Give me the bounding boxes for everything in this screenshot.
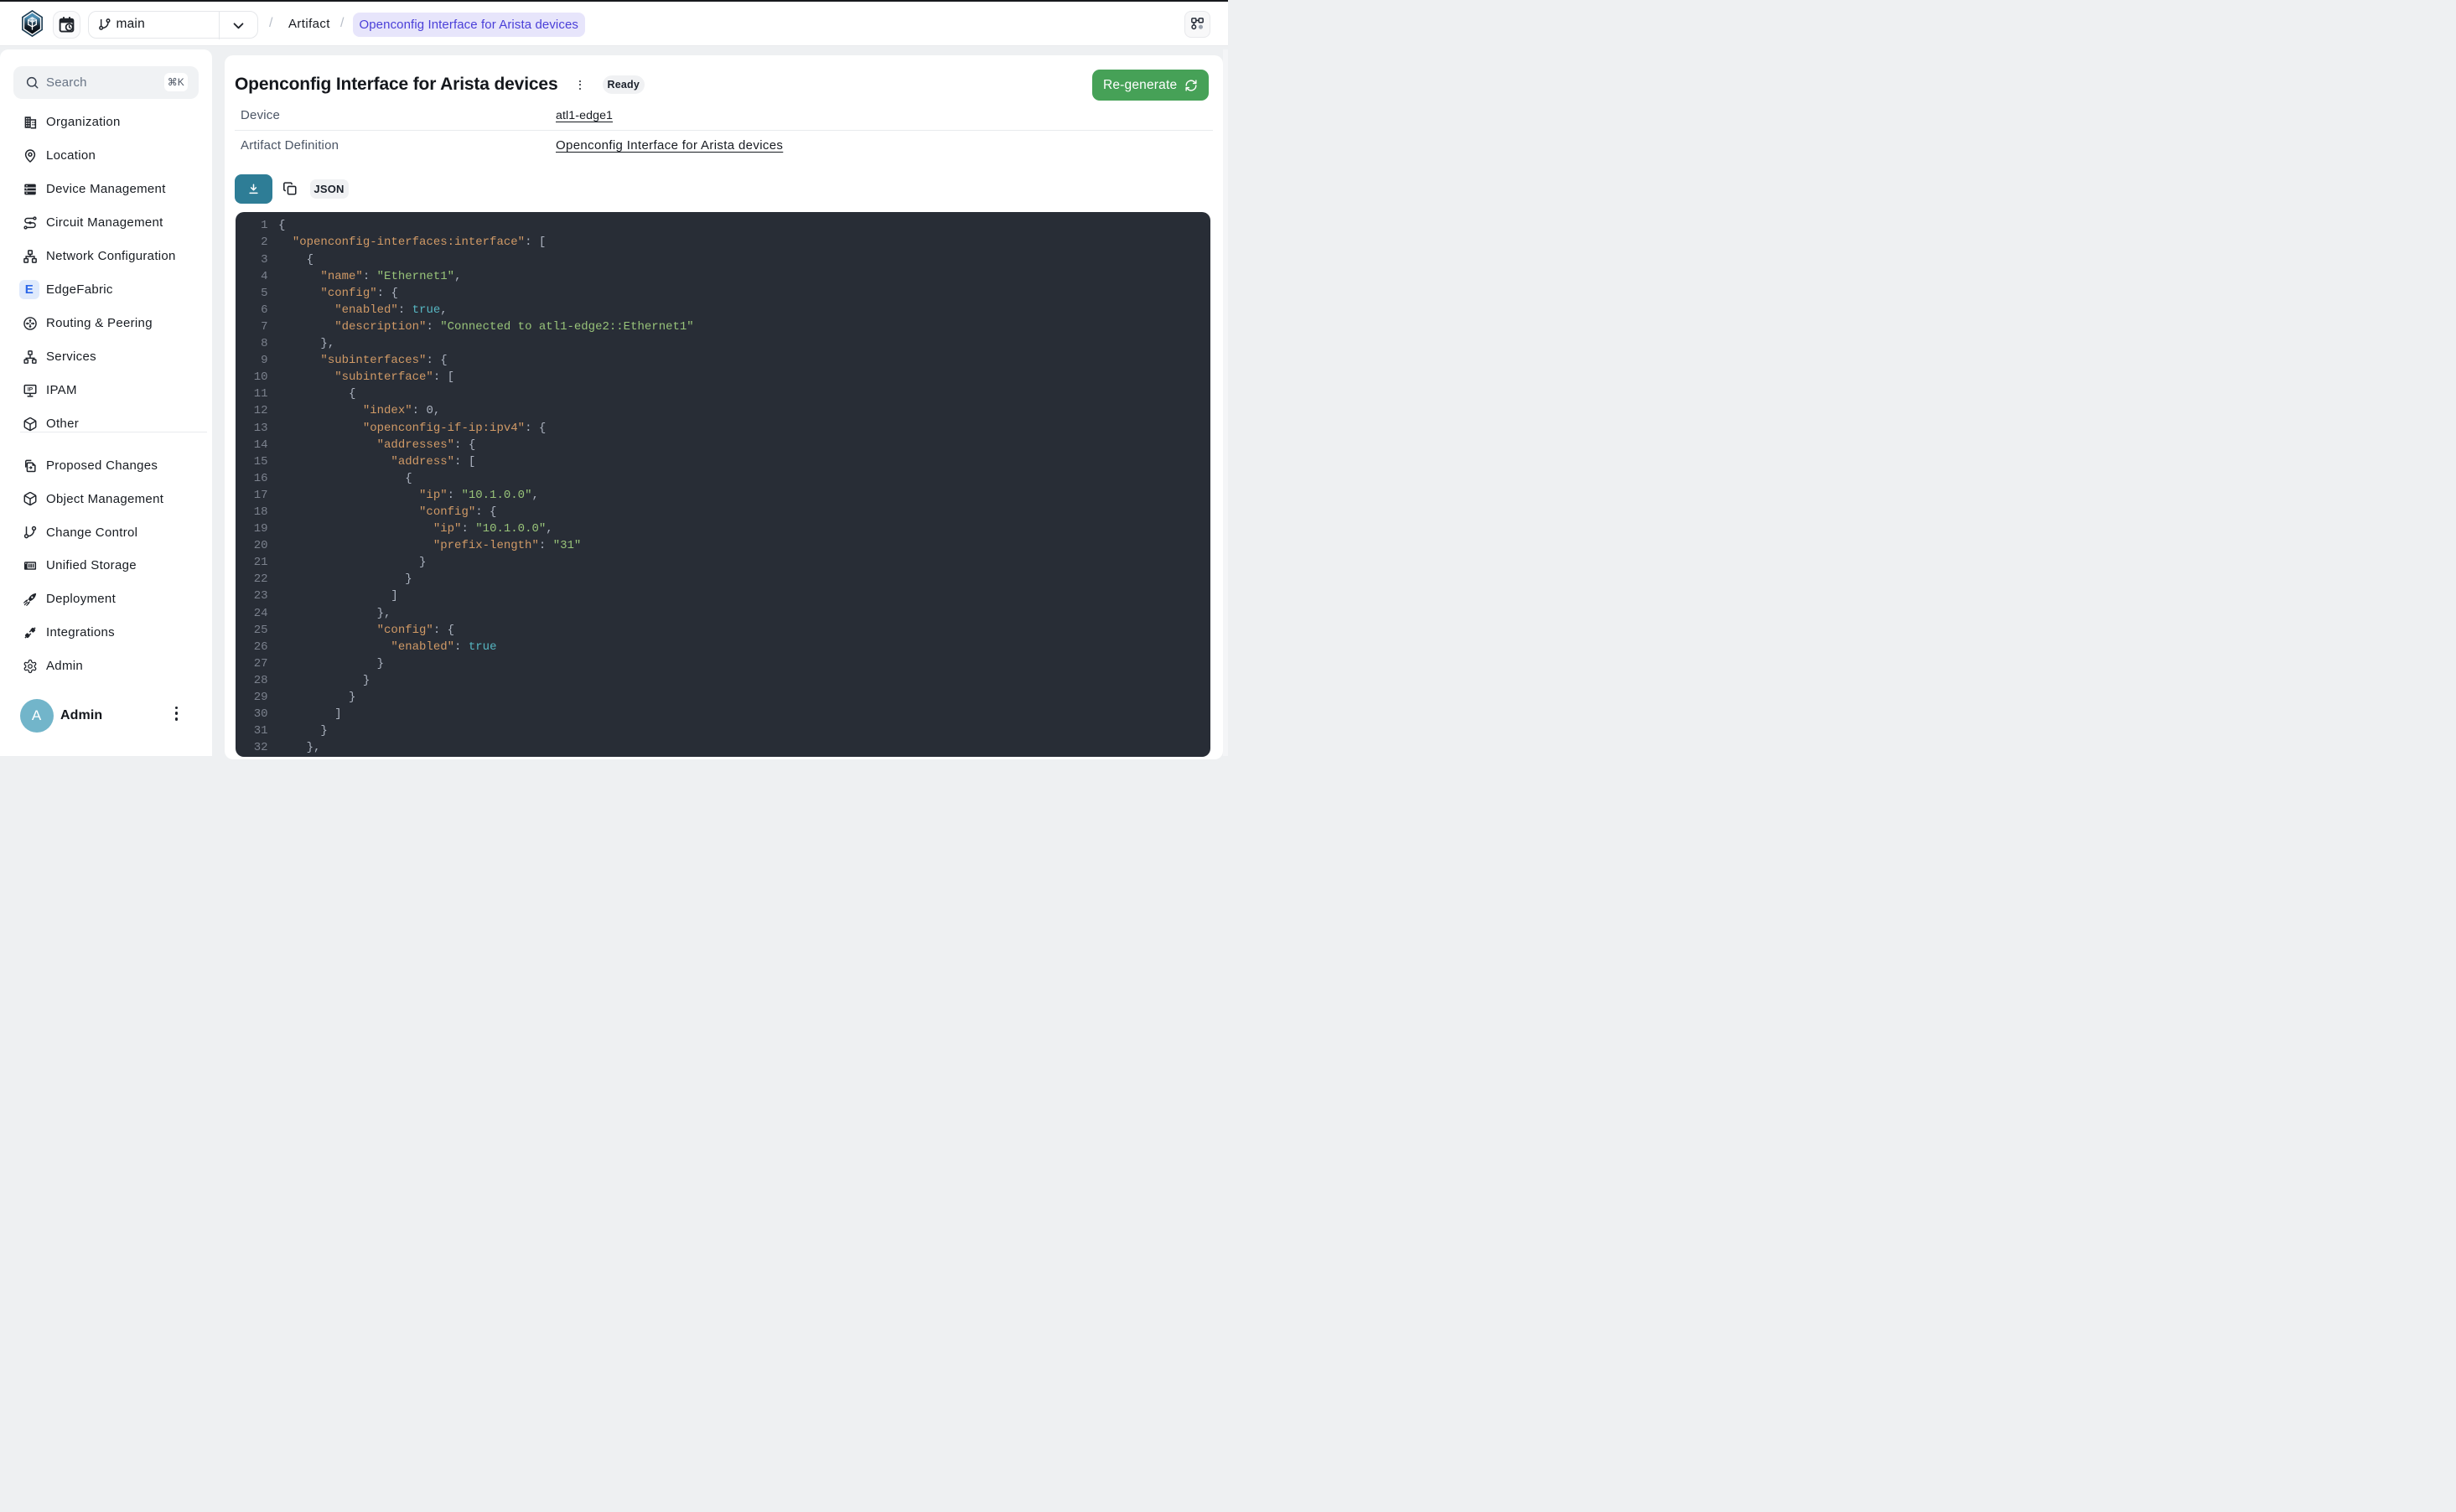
svg-text:IP: IP [28, 386, 34, 392]
